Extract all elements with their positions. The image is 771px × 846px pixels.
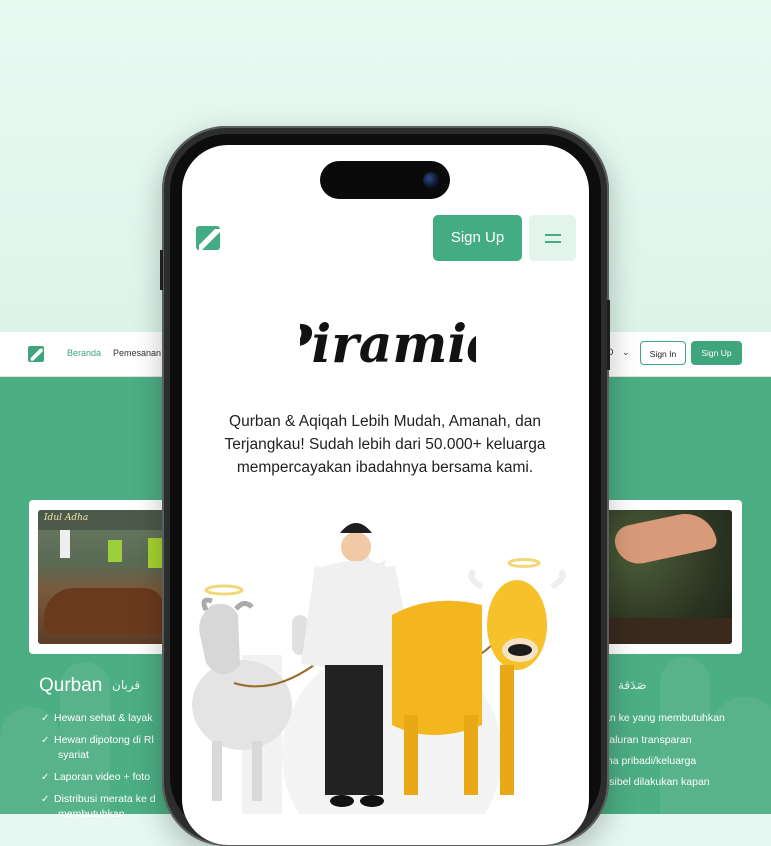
qurban-feature-2-cont: syariat	[58, 749, 89, 761]
check-icon: ✓	[41, 772, 50, 783]
phone-side-button	[607, 300, 610, 370]
sedekah-photo	[595, 510, 732, 644]
desktop-nav-beranda[interactable]: Beranda	[67, 348, 101, 358]
menu-icon	[545, 234, 561, 236]
qurban-photo: Idul Adha	[38, 510, 178, 644]
sedekah-arabic: صَدَقة	[618, 678, 647, 692]
desktop-logo-icon[interactable]	[28, 346, 44, 362]
qurban-feature-3: ✓ Laporan video + foto	[41, 771, 151, 783]
chevron-down-icon: ⌄	[622, 347, 630, 357]
qurban-feature-4-cont: membutuhkan	[58, 808, 125, 820]
menu-icon	[545, 241, 561, 243]
camera-icon	[423, 172, 439, 188]
qurban-arabic: قربان	[112, 678, 141, 692]
hero-tagline: Qurban & Aqiqah Lebih Mudah, Amanah, dan…	[224, 413, 546, 476]
language-selector[interactable]: D ⌄	[607, 347, 630, 358]
qurban-title: Qurban	[39, 675, 103, 696]
qurban-feature-2: ✓ Hewan dipotong di Rl	[41, 734, 154, 746]
qurban-feature-4: ✓ Distribusi merata ke d	[41, 793, 156, 805]
sedekah-feature-3: ma pribadi/keluarga	[604, 755, 697, 767]
sedekah-feature-1: an ke yang membutuhkan	[604, 712, 725, 724]
phone-side-button	[160, 250, 163, 290]
desktop-nav-pemesanan[interactable]: Pemesanan	[113, 348, 161, 358]
check-icon: ✓	[41, 794, 50, 805]
check-icon: ✓	[41, 713, 50, 724]
desktop-sign-in-button[interactable]: Sign In	[640, 341, 686, 365]
check-icon: ✓	[41, 735, 50, 746]
logo-icon[interactable]	[196, 226, 220, 250]
brand-logo: Piramid	[300, 314, 476, 375]
brand-text: Piramid	[300, 314, 476, 375]
sign-up-button[interactable]: Sign Up	[433, 215, 522, 261]
menu-button[interactable]	[529, 215, 576, 261]
qurban-feature-1: ✓ Hewan sehat & layak	[41, 712, 153, 724]
sedekah-feature-4: ksibel dilakukan kapan	[604, 776, 710, 788]
hero-illustration	[192, 523, 566, 814]
desktop-sign-up-button[interactable]: Sign Up	[691, 341, 742, 365]
sedekah-feature-2: yaluran transparan	[604, 734, 692, 746]
